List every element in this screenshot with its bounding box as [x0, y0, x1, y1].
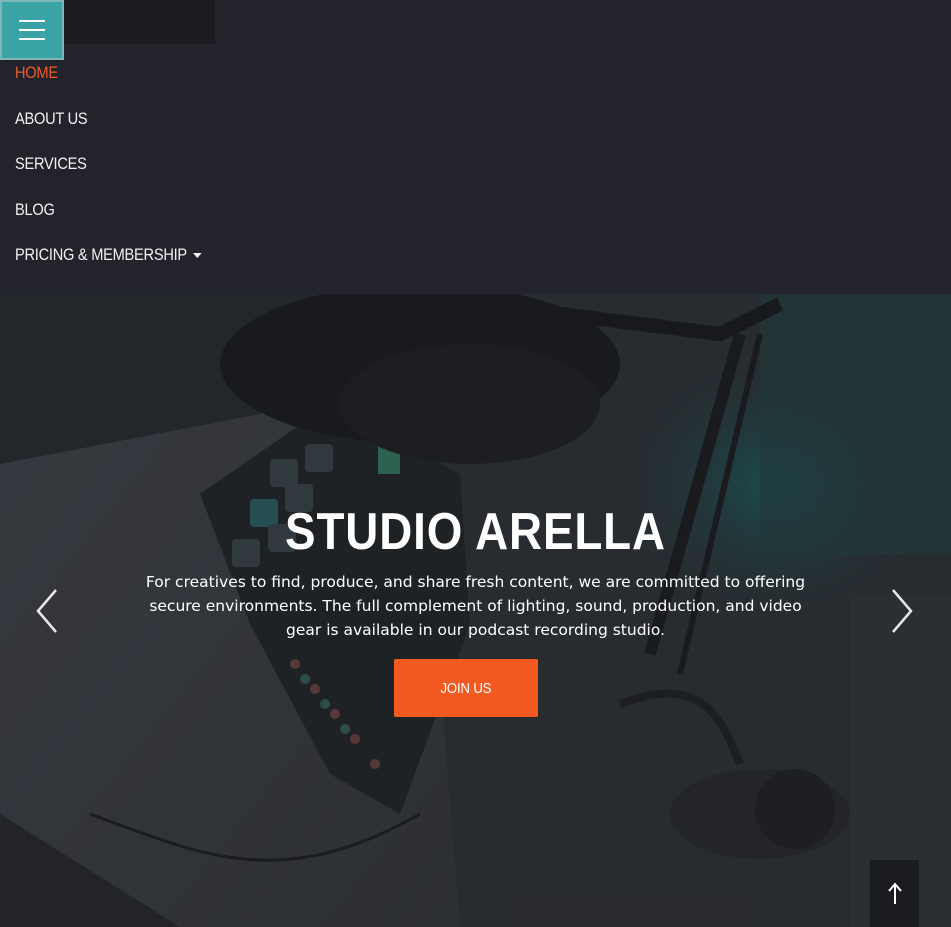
caret-down-icon — [192, 252, 202, 258]
join-us-button[interactable]: JOIN US — [394, 659, 538, 717]
hamburger-icon — [19, 38, 45, 40]
hero-description: For creatives to find, produce, and shar… — [145, 573, 806, 639]
hamburger-icon — [19, 20, 45, 22]
menu-toggle-button[interactable] — [0, 0, 64, 60]
hamburger-icon — [19, 29, 45, 31]
chevron-right-icon[interactable] — [887, 586, 917, 636]
arrow-up-icon — [887, 881, 902, 904]
nav-item-services[interactable]: SERVICES — [15, 154, 87, 174]
nav-item-pricing-membership[interactable]: PRICING & MEMBERSHIP — [15, 245, 202, 265]
chevron-left-icon[interactable] — [32, 586, 62, 636]
nav-item-label: PRICING & MEMBERSHIP — [15, 245, 187, 264]
join-us-label: JOIN US — [440, 679, 492, 697]
nav-item-blog[interactable]: BLOG — [15, 200, 55, 220]
main-nav: HOME ABOUT US SERVICES BLOG PRICING & ME… — [0, 60, 951, 294]
back-to-top-button[interactable] — [870, 860, 919, 927]
nav-item-about-us[interactable]: ABOUT US — [15, 109, 88, 129]
hero-slider: STUDIO ARELLA For creatives to find, pro… — [0, 294, 951, 927]
hero-title: STUDIO ARELLA — [285, 503, 666, 561]
nav-item-home[interactable]: HOME — [15, 63, 58, 83]
